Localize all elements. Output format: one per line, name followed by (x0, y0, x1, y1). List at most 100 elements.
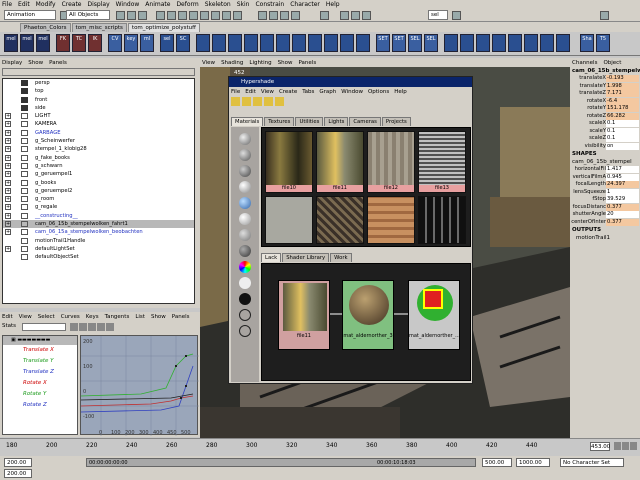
graph-menu-keys[interactable]: Keys (86, 314, 99, 320)
cube-icon[interactable] (444, 34, 458, 52)
texture-swatch[interactable]: file10 (265, 131, 313, 193)
expand-icon[interactable]: + (5, 162, 11, 169)
hs-tab-textures[interactable]: Textures (264, 117, 295, 126)
select-tool-icon[interactable]: sel (160, 34, 174, 52)
outliner-menu-display[interactable]: Display (2, 60, 22, 66)
channel-attribute[interactable]: rotateY 151.178 (570, 105, 640, 113)
cube-icon[interactable] (244, 34, 258, 52)
stats-field[interactable] (22, 323, 66, 331)
select-set-icon[interactable]: SEL (408, 34, 422, 52)
channel-attribute[interactable]: focusDistanc 0.377 (570, 203, 640, 212)
cube-icon[interactable] (228, 34, 242, 52)
outliner-item[interactable]: + KAMERA (3, 120, 194, 128)
channel-attribute[interactable]: horizontalFil 1.417 (570, 166, 640, 174)
mask-joint-icon[interactable] (167, 11, 176, 20)
texture-swatch[interactable]: file13 (418, 131, 466, 193)
expand-icon[interactable]: + (5, 121, 11, 128)
graph-menu-list[interactable]: List (135, 314, 145, 320)
graph-menu-tangents[interactable]: Tangents (105, 314, 130, 320)
mask-surface-icon[interactable] (189, 11, 198, 20)
menu-constrain[interactable]: Constrain (255, 1, 284, 8)
outliner-menu-panels[interactable]: Panels (49, 60, 67, 66)
graph-menu-show[interactable]: Show (151, 314, 166, 320)
channel-value[interactable]: 39.529 (606, 196, 639, 203)
channel-attribute[interactable]: centerOfInter 0.377 (570, 218, 640, 227)
hs-tab-projects[interactable]: Projects (381, 117, 411, 126)
insert-key-icon[interactable] (79, 323, 87, 331)
time-slider[interactable]: 453.00 180 200 220 240 260 280 300 320 340 360 380… (0, 438, 640, 456)
shading-group-node[interactable]: mat_aldernorther_... (408, 280, 460, 350)
menu-file[interactable]: File (2, 1, 12, 8)
cube-icon[interactable] (476, 34, 490, 52)
ml-icon[interactable]: ml (140, 34, 154, 52)
channel-value[interactable]: 151.178 (606, 105, 639, 112)
surface-shader-icon[interactable] (239, 245, 251, 257)
expand-icon[interactable]: + (5, 187, 11, 194)
anisotropic-shader-icon[interactable] (239, 213, 251, 225)
outliner-item[interactable]: + GARBAGE (3, 129, 194, 137)
move-key-icon[interactable] (70, 323, 78, 331)
mask-curve-icon[interactable] (178, 11, 187, 20)
viewport-menu-view[interactable]: View (202, 60, 215, 66)
shadow-shader-icon[interactable] (239, 293, 251, 305)
playback-start-field[interactable]: 200.00 (4, 469, 32, 478)
viewport-menu-show[interactable]: Show (278, 60, 293, 66)
hs-tab-cameras[interactable]: Cameras (349, 117, 381, 126)
channel-attribute[interactable]: lensSqueeze 1 (570, 188, 640, 197)
outliner-item[interactable]: + g_schwarn (3, 162, 194, 170)
shelf-tab-misc[interactable]: tom_misc_scripts (71, 23, 127, 32)
expand-icon[interactable]: + (5, 154, 11, 161)
cube-icon[interactable] (492, 34, 506, 52)
start-time-field[interactable]: 200.00 (4, 458, 32, 467)
material-node[interactable]: mat_aldernorther_3 (342, 280, 394, 350)
texture-swatch[interactable] (265, 196, 313, 244)
curve-translate-z[interactable]: Translate Z (3, 367, 77, 378)
cube-icon[interactable] (308, 34, 322, 52)
input-connections-icon[interactable] (242, 97, 251, 106)
snap-point-icon[interactable] (280, 11, 289, 20)
outliner-filter-bar[interactable] (2, 68, 195, 76)
mel-script-icon[interactable]: mel (4, 34, 18, 52)
mask-misc-icon[interactable] (233, 11, 242, 20)
channel-attribute[interactable]: scaleZ 0.1 (570, 135, 640, 143)
cube-icon[interactable] (556, 34, 570, 52)
curve-rotate-z[interactable]: Rotate Z (3, 400, 77, 411)
menu-character[interactable]: Character (290, 1, 320, 8)
set-icon[interactable]: SET (392, 34, 406, 52)
graph-outliner[interactable]: ▣ ▬▬▬▬▬▬▬ Translate X Translate Y Transl… (2, 335, 78, 435)
channel-value[interactable]: 0.377 (606, 203, 639, 211)
clear-graph-icon[interactable] (264, 97, 273, 106)
quick-select-field[interactable]: sel (428, 10, 448, 20)
selection-mask-dropdown[interactable]: All Objects (66, 10, 110, 20)
hs-menu-window[interactable]: Window (341, 89, 363, 95)
curve-translate-x[interactable]: Translate X (3, 345, 77, 356)
cube-icon[interactable] (340, 34, 354, 52)
frame-all-icon[interactable] (88, 323, 96, 331)
channel-attribute[interactable]: scaleX 0.1 (570, 120, 640, 128)
next-key-icon[interactable] (630, 442, 637, 450)
scale-tool-icon[interactable]: SC (176, 34, 190, 52)
viewport-menu-shading[interactable]: Shading (221, 60, 243, 66)
menu-skeleton[interactable]: Skeleton (205, 1, 231, 8)
outliner-item[interactable]: defaultObjectSet (3, 253, 194, 261)
outliner-menu-show[interactable]: Show (28, 60, 43, 66)
expand-icon[interactable]: + (5, 212, 11, 219)
use-background-icon[interactable] (239, 277, 251, 289)
hs-menu-tabs[interactable]: Tabs (302, 89, 314, 95)
outliner-item[interactable]: front (3, 96, 194, 104)
menu-animate[interactable]: Animate (145, 1, 170, 8)
ramp-shader-icon[interactable] (239, 261, 251, 273)
channel-value[interactable]: 1.417 (606, 166, 639, 173)
expand-icon[interactable]: + (5, 171, 11, 178)
work-tab-work[interactable]: Work (330, 253, 352, 262)
channel-attribute[interactable]: verticalFilmA 0.945 (570, 173, 640, 182)
show-channel-box-icon[interactable] (600, 11, 609, 20)
channel-value[interactable]: 0.945 (606, 173, 639, 181)
graph-menu-select[interactable]: Select (38, 314, 55, 320)
expand-icon[interactable]: + (5, 196, 11, 203)
channel-attribute[interactable]: translateZ 7.171 (570, 90, 640, 98)
cube-icon[interactable] (212, 34, 226, 52)
ocean-shader-icon[interactable] (239, 197, 251, 209)
channel-value[interactable]: 1 (606, 188, 639, 196)
texture-swatches[interactable]: file10 file11 file12 file13 (261, 127, 471, 247)
